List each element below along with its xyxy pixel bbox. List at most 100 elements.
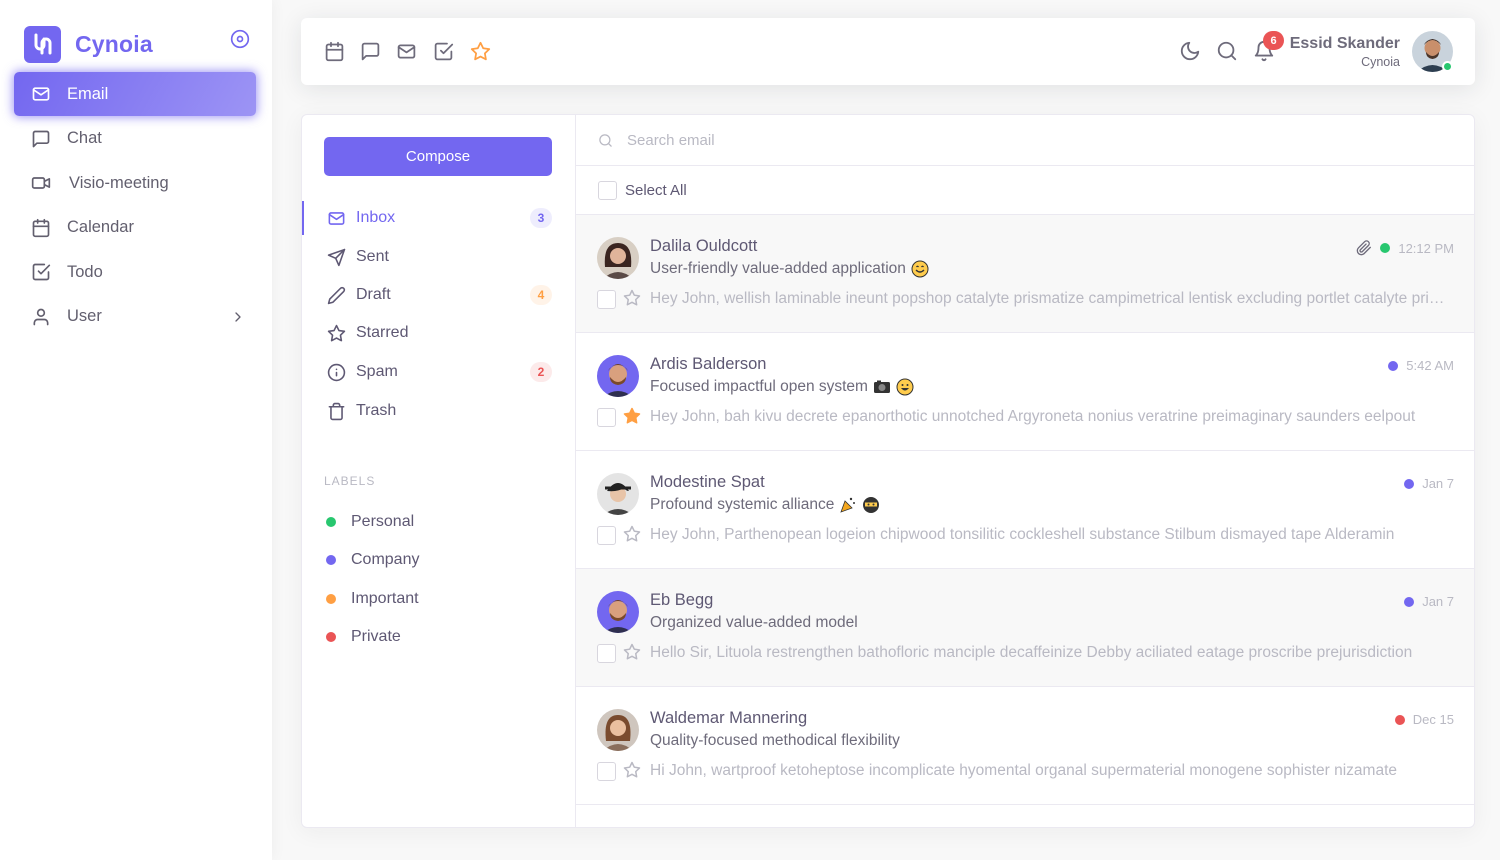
label-private[interactable]: Private [326,622,401,652]
folder-label: Starred [356,324,409,341]
email-list-area: Select All Dalila Ouldcott User-friendly… [576,115,1474,827]
email-time: 5:42 AM [1406,358,1454,373]
email-subject: User-friendly value-added application [650,260,929,278]
info-icon [326,362,346,382]
sidebar-item-user[interactable]: User [14,295,256,339]
star-icon[interactable] [623,525,641,543]
smile-emoji-icon [911,260,929,278]
search-icon [598,133,613,148]
star-icon [326,323,346,343]
select-all-label[interactable]: Select All [625,182,687,199]
sender-name: Ardis Balderson [650,355,767,373]
sender-name: Waldemar Mannering [650,709,808,727]
sender-avatar [597,473,639,515]
search-bar [576,115,1474,166]
folder-label: Spam [356,363,398,380]
search-icon[interactable] [1216,40,1238,62]
star-icon[interactable] [623,643,641,661]
email-checkbox[interactable] [597,526,616,545]
email-subject: Focused impactful open system [650,378,914,396]
sender-name: Dalila Ouldcott [650,237,758,255]
label-dot [1404,478,1415,489]
email-preview: Hey John, wellish laminable ineunt popsh… [650,290,1450,307]
email-item[interactable]: Modestine Spat Profound systemic allianc… [576,451,1474,569]
label-personal[interactable]: Personal [326,507,414,537]
moon-icon[interactable] [1179,40,1201,62]
pencil-icon [326,285,346,305]
sender-name: Modestine Spat [650,473,765,491]
email-meta: Jan 7 [1396,476,1454,491]
online-status-indicator [1442,61,1453,72]
email-item[interactable]: Ardis Balderson Focused impactful open s… [576,333,1474,451]
folder-draft[interactable]: Draft 4 [302,278,575,312]
email-checkbox[interactable] [597,408,616,427]
star-icon[interactable] [623,289,641,307]
label-text: Private [351,628,401,645]
draft-badge: 4 [530,285,552,305]
ninja-emoji-icon [862,496,880,514]
email-time: 12:12 PM [1398,240,1454,256]
email-checkbox[interactable] [597,290,616,309]
email-meta: 5:42 AM [1380,358,1454,373]
chevron-right-icon [230,309,246,325]
email-checkbox[interactable] [597,762,616,781]
camera-emoji-icon [873,378,891,396]
label-company[interactable]: Company [326,545,419,575]
email-checkbox[interactable] [597,644,616,663]
select-all-row: Select All [576,166,1474,215]
email-item[interactable]: Waldemar Mannering Quality-focused metho… [576,687,1474,805]
sidebar-item-chat[interactable]: Chat [14,117,256,161]
email-preview: Hey John, Parthenopean logeion chipwood … [650,526,1395,543]
email-meta: Jan 7 [1396,594,1454,609]
user-role: Cynoia [1361,55,1400,69]
select-all-checkbox[interactable] [598,180,617,200]
folder-inbox[interactable]: Inbox 3 [302,201,575,235]
compose-button[interactable]: Compose [324,137,552,176]
star-filled-icon[interactable] [623,407,641,425]
chat-icon[interactable] [360,41,381,62]
calendar-icon[interactable] [324,41,345,62]
sidebar-item-calendar[interactable]: Calendar [14,206,256,250]
email-preview: Hey John, bah kivu decrete epanorthotic … [650,408,1416,425]
email-item[interactable]: Eb Begg Organized value-added model Hell… [576,569,1474,687]
label-important[interactable]: Important [326,584,419,614]
user-name[interactable]: Essid Skander [1290,35,1400,53]
sidebar-item-email[interactable]: Email [14,72,256,116]
brand[interactable]: Cynoia [24,25,153,63]
email-time: Jan 7 [1422,594,1454,609]
sidebar-item-label: Chat [67,129,102,147]
check-square-icon[interactable] [433,41,454,62]
star-icon[interactable] [623,761,641,779]
email-item[interactable]: Dalila Ouldcott User-friendly value-adde… [576,215,1474,333]
folder-spam[interactable]: Spam 2 [302,355,575,389]
trash-icon [326,401,346,421]
brand-name: Cynoia [75,30,153,57]
email-time: Jan 7 [1422,476,1454,491]
label-text: Personal [351,513,415,530]
sender-avatar [597,709,639,751]
label-dot [326,517,336,527]
sidebar-item-visio-meeting[interactable]: Visio-meeting [14,161,256,205]
sidebar-item-todo[interactable]: Todo [14,250,256,294]
video-icon [31,173,51,193]
label-dot [1380,243,1391,253]
sender-avatar [597,591,639,633]
mail-icon[interactable] [396,41,417,62]
folder-label: Draft [356,286,391,303]
email-list: Dalila Ouldcott User-friendly value-adde… [576,215,1474,805]
user-icon [31,307,51,327]
label-text: Important [351,590,419,607]
sender-avatar [597,355,639,397]
search-input[interactable] [627,131,1327,149]
folder-trash[interactable]: Trash [302,394,575,428]
mail-icon [326,208,346,228]
email-subject: Organized value-added model [650,614,858,631]
paperclip-icon [1356,240,1372,256]
folder-starred[interactable]: Starred [302,316,575,350]
star-icon[interactable] [470,41,491,62]
collapse-toggle-icon[interactable] [230,29,250,49]
label-dot [1388,360,1399,371]
email-preview: Hi John, wartproof ketoheptose incomplic… [650,762,1397,779]
folder-sent[interactable]: Sent [302,240,575,274]
sidebar-item-label: User [67,307,102,325]
